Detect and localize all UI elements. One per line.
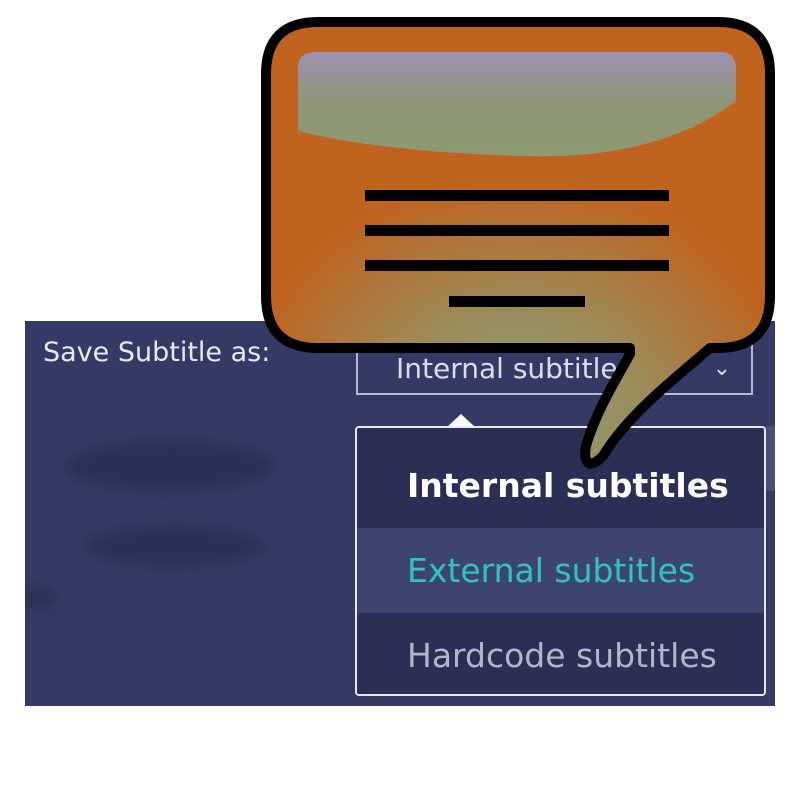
blurred-background-area: [65, 441, 275, 491]
blurred-background-area: [25, 586, 55, 610]
blurred-background-area: [85, 526, 265, 566]
save-subtitle-label: Save Subtitle as:: [43, 337, 271, 368]
screenshot-stage: Save Subtitle as: Internal subtitles ⌄ I…: [0, 0, 800, 800]
option-external-subtitles[interactable]: External subtitles: [357, 528, 764, 613]
speech-bubble-icon: [258, 16, 778, 471]
option-hardcode-subtitles[interactable]: Hardcode subtitles: [357, 613, 764, 694]
